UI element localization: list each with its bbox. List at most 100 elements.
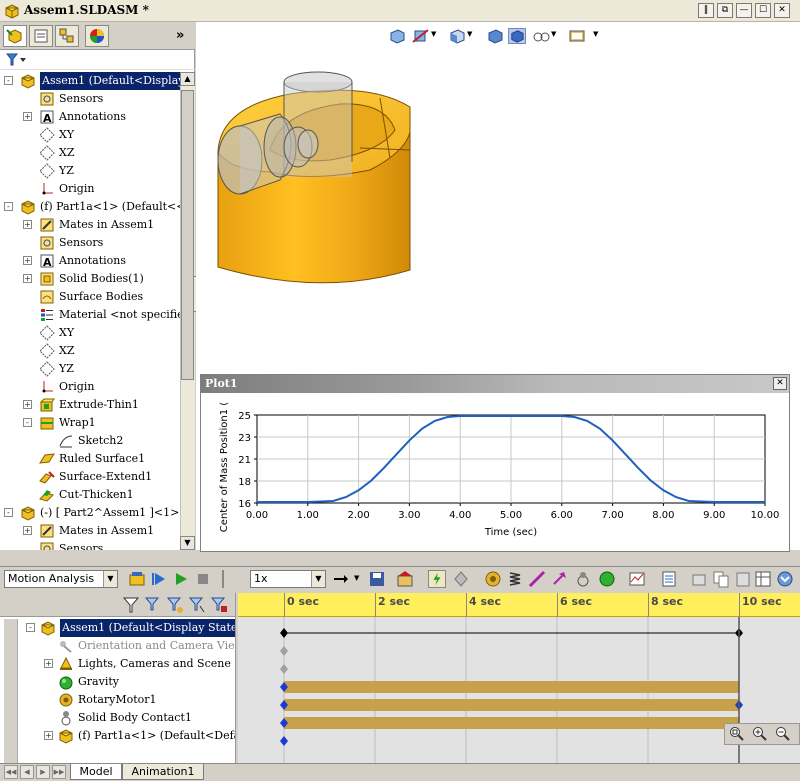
dropdown-arrow-icon[interactable]: ▼ [593,30,598,38]
timeline-bar[interactable] [284,717,739,729]
playback-speed-select[interactable]: 1x ▼ [250,570,326,588]
display-style-icon[interactable] [486,28,504,44]
play-from-start-icon[interactable] [150,570,168,588]
add-key-icon[interactable] [452,570,470,588]
filter-animated-icon[interactable] [144,596,162,614]
expand-toggle[interactable]: + [23,400,32,409]
motion-tree-item[interactable]: - Assem1 (Default<Display State-1>) [0,619,235,637]
tree-item[interactable]: Origin [0,180,180,198]
maximize-button[interactable]: ☐ [755,3,771,18]
plot-title-bar[interactable]: Plot1 ✕ [201,375,789,393]
motion-study-properties-icon[interactable] [660,570,678,588]
filter-driving-icon[interactable] [166,596,184,614]
results-plot-icon[interactable] [628,570,646,588]
motion-tree-item[interactable]: + (f) Part1a<1> (Default<Default> [0,727,235,745]
animation-wizard-icon[interactable] [396,570,414,588]
display-manager-tab[interactable] [85,25,109,47]
minimize-button[interactable]: — [736,3,752,18]
view-cube-icon[interactable] [448,28,466,44]
prev-tab-button[interactable]: ◀ [20,765,34,779]
collapse-toggle[interactable]: - [4,76,13,85]
tree-item[interactable]: + A Annotations [0,108,180,126]
key-point[interactable] [280,646,288,656]
study-type-select[interactable]: Motion Analysis ▼ [4,570,118,588]
hide-show-icon[interactable] [532,28,550,44]
collapse-toggle[interactable]: - [4,508,13,517]
key-point[interactable] [280,736,288,746]
tree-scrollbar-thumb[interactable] [181,90,194,380]
copy-icon[interactable] [712,570,730,588]
motion-tree-item[interactable]: + Lights, Cameras and Scene [0,655,235,673]
scroll-down-button[interactable]: ▼ [180,536,195,550]
tree-item[interactable]: Surface-Extend1 [0,468,180,486]
plot-close-button[interactable]: ✕ [773,377,787,390]
expand-toggle[interactable]: + [23,256,32,265]
expand-toggle[interactable]: + [23,526,32,535]
tree-item[interactable]: - Assem1 (Default<Display State-1 [0,72,180,90]
tree-item[interactable]: + Mates in Assem1 [0,216,180,234]
tree-item[interactable]: XY [0,126,180,144]
timeline[interactable]: 0 sec 2 sec 4 sec 6 sec 8 sec 10 sec [238,593,800,763]
tree-item[interactable]: - (-) [ Part2^Assem1 ]<1> -> (D [0,504,180,522]
tree-item[interactable]: Ruled Surface1 [0,450,180,468]
save-animation-icon[interactable] [368,570,386,588]
contact-icon[interactable] [574,570,592,588]
expand-toggle[interactable]: + [44,659,53,668]
playback-mode-icon[interactable] [332,570,350,588]
scroll-up-button[interactable]: ▲ [180,72,195,86]
autokey-icon[interactable] [428,570,446,588]
tree-item[interactable]: YZ [0,360,180,378]
tree-item[interactable]: - (f) Part1a<1> (Default<<Defau [0,198,180,216]
scene-icon[interactable] [568,28,586,44]
motion-tree-item[interactable]: Orientation and Camera Views [0,637,235,655]
expand-toggle[interactable]: + [23,220,32,229]
filter-icon[interactable] [6,53,28,67]
timeline-tracks[interactable] [238,617,800,763]
dropdown-arrow-icon[interactable]: ▼ [467,30,472,38]
motion-tree-item[interactable]: Gravity [0,673,235,691]
tree-item[interactable]: Origin [0,378,180,396]
zoom-out-icon[interactable] [775,726,791,742]
tree-item[interactable]: Sensors [0,90,180,108]
force-icon[interactable] [550,570,568,588]
dropdown-arrow-icon[interactable]: ▼ [431,30,436,38]
tree-item[interactable]: Material <not specified> [0,306,180,324]
table-icon[interactable] [754,570,772,588]
tree-item[interactable]: Sensors [0,234,180,252]
tree-item[interactable]: + Extrude-Thin1 [0,396,180,414]
spring-icon[interactable] [506,570,524,588]
expand-toggle[interactable]: + [23,112,32,121]
motion-tree-item[interactable]: Solid Body Contact1 [0,709,235,727]
assembly-3d-model[interactable] [210,52,450,292]
motor-icon[interactable] [484,570,502,588]
timeline-bar[interactable] [284,681,739,693]
collapse-toggle[interactable]: - [23,418,32,427]
tree-item[interactable]: + Solid Bodies(1) [0,270,180,288]
next-tab-button[interactable]: ▶ [36,765,50,779]
property-manager-tab[interactable] [29,25,53,47]
collapse-toggle[interactable]: - [4,202,13,211]
stop-icon[interactable] [194,570,212,588]
play-icon[interactable] [172,570,190,588]
tab-model[interactable]: Model [70,764,122,780]
view-orientation-icon[interactable] [388,28,406,44]
zoom-to-fit-icon[interactable] [729,726,745,742]
filter-icon[interactable] [122,596,140,614]
gravity-icon[interactable] [598,570,616,588]
tree-item[interactable]: YZ [0,162,180,180]
motion-tree-item[interactable]: RotaryMotor1 [0,691,235,709]
tree-item[interactable]: Sensors [0,540,180,550]
collapse-icon[interactable] [690,570,708,588]
tree-item[interactable]: - Wrap1 [0,414,180,432]
tree-item[interactable]: + A Annotations [0,252,180,270]
collapse-toggle[interactable]: - [26,623,35,632]
last-tab-button[interactable]: ▶▶ [52,765,66,779]
tab-animation1[interactable]: Animation1 [122,764,204,780]
tree-item[interactable]: XY [0,324,180,342]
plot-window[interactable]: Plot1 ✕ 0.00 1.00 2.00 3.00 4.00 5.00 6.00 7.00… [200,374,790,552]
zoom-in-icon[interactable] [752,726,768,742]
collapse-panel-icon[interactable] [776,570,794,588]
tree-item[interactable]: Sketch2 [0,432,180,450]
feature-manager-tab[interactable] [3,25,27,47]
filter-selected-icon[interactable] [188,596,206,614]
